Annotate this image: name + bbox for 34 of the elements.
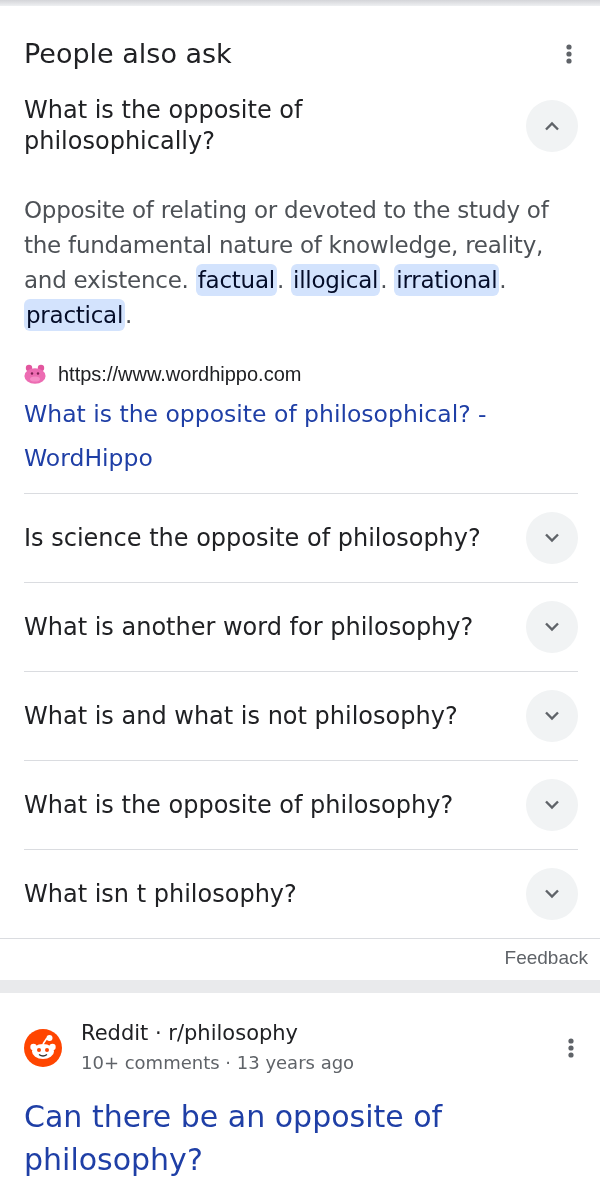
alien-face-icon [24, 1028, 62, 1067]
expand-button[interactable] [526, 690, 578, 742]
more-options-icon[interactable] [566, 44, 572, 64]
synonym-chip[interactable]: practical [24, 299, 126, 331]
question-text: Is science the opposite of philosophy? [24, 522, 481, 554]
chevron-down-icon [544, 800, 560, 810]
expand-button[interactable] [526, 868, 578, 920]
result-title-link[interactable]: What is the opposite of philosophical? - WordHippo [24, 392, 578, 480]
expand-button[interactable] [526, 512, 578, 564]
answer-text: Opposite of relating or devoted to the study of the fundamental nature of knowledge, reality, and existence. factual. illogical. irrational. practical. [24, 193, 578, 333]
question-text: What is the opposite of philosophy? [24, 789, 454, 821]
synonym-chip[interactable]: factual [195, 264, 277, 296]
expand-button[interactable] [526, 601, 578, 653]
question-text: What is and what is not philosophy? [24, 700, 458, 732]
chevron-down-icon [544, 889, 560, 899]
expand-button[interactable] [526, 100, 578, 152]
synonym-chip[interactable]: irrational [394, 264, 500, 296]
feedback-link[interactable]: Feedback [504, 947, 588, 969]
result-title-link[interactable]: Can there be an opposite of philosophy? [24, 1095, 576, 1181]
chevron-down-icon [544, 622, 560, 632]
expand-button[interactable] [526, 779, 578, 831]
result-meta: 10+ comments · 13 years ago [81, 1051, 355, 1075]
chevron-down-icon [544, 711, 560, 721]
more-options-icon[interactable] [568, 1037, 574, 1058]
section-heading: People also ask [24, 37, 232, 71]
question-text: What is another word for philosophy? [24, 611, 474, 643]
question-text: What is the opposite of philosophically? [24, 95, 304, 157]
hippo-icon [24, 364, 46, 384]
source-url: https://www.wordhippo.com [58, 362, 302, 386]
chevron-down-icon [544, 533, 560, 543]
synonym-chip[interactable]: illogical [291, 264, 381, 296]
chevron-up-icon [544, 121, 560, 131]
source-name: Reddit · r/philosophy [81, 1020, 299, 1046]
question-text: What isn t philosophy? [24, 878, 297, 910]
